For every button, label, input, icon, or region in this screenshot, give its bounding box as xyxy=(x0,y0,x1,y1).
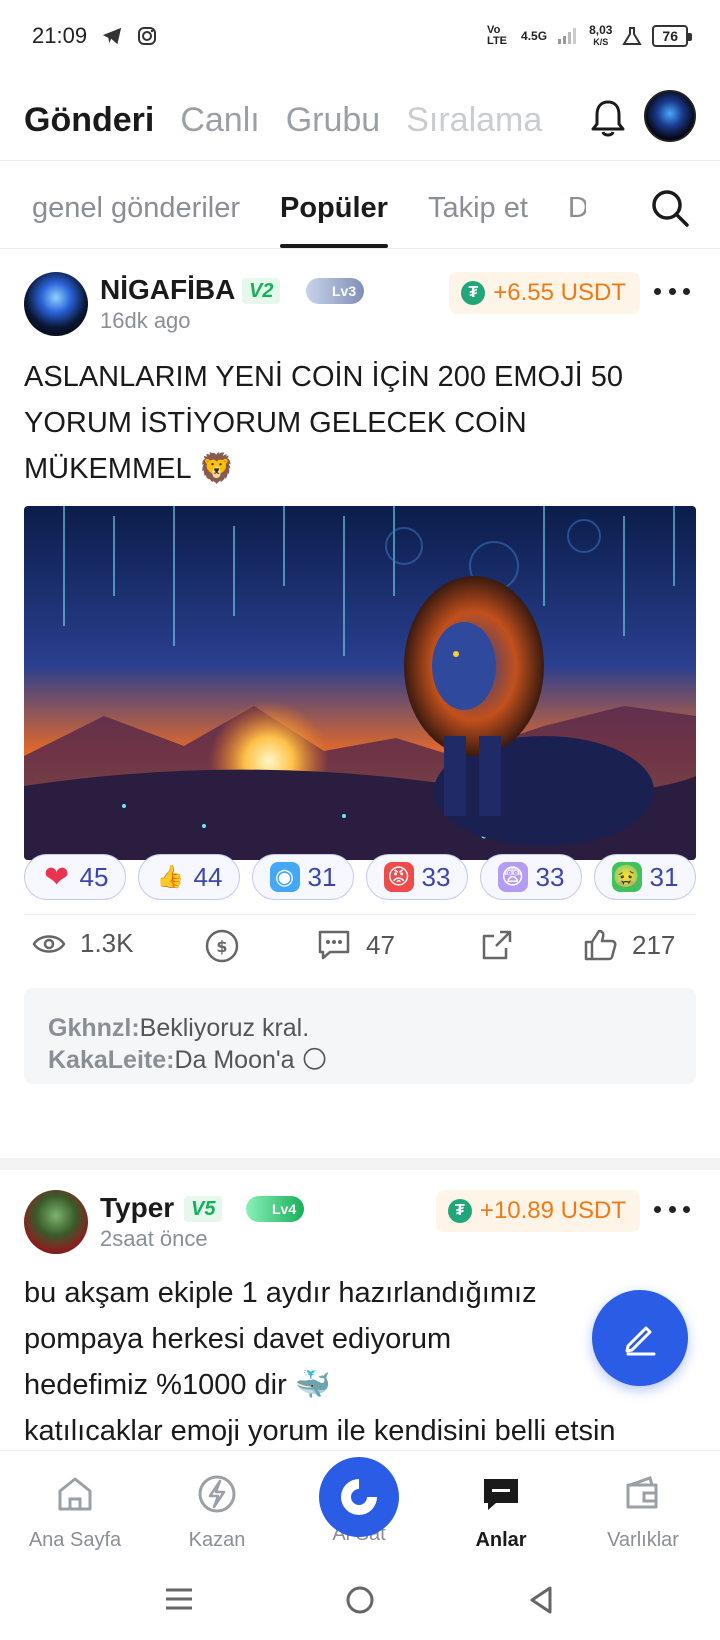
tether-icon: ₮ xyxy=(447,1199,472,1223)
post-time: 16dk ago xyxy=(100,308,191,333)
volte-indicator: Vo LTE xyxy=(487,24,508,47)
status-bar: 21:09 Vo LTE 4.5G 8,03 K/S 76 xyxy=(0,0,720,72)
reactions-row: ❤ 45 👍 44 ◉ 31 😡 33 😨 33 🤢 31 xyxy=(24,854,696,900)
lightning-icon xyxy=(198,1475,236,1513)
reward-badge[interactable]: ₮ +6.55 USDT xyxy=(449,272,640,314)
post-header: Typer V5 Lv4 2saat önce ₮ +10.89 USDT xyxy=(24,1190,696,1254)
tab-gonderi[interactable]: Gönderi xyxy=(24,101,154,140)
vip-badge: V5 xyxy=(184,1196,223,1222)
flask-icon xyxy=(622,27,643,45)
sick-face-icon: 🤢 xyxy=(611,862,642,892)
top-navigation: Gönderi Canlı Grubu Sıralama xyxy=(0,82,720,158)
nav-varliklar[interactable]: Varlıklar xyxy=(578,1473,708,1552)
home-circle-icon[interactable] xyxy=(344,1584,376,1616)
nav-anlar[interactable]: Anlar xyxy=(436,1473,566,1552)
angry-face-icon: 😡 xyxy=(383,862,414,892)
thumbs-up-icon: 👍 xyxy=(156,864,185,889)
nav-al-sat[interactable]: Al Sat xyxy=(294,1457,424,1546)
reward-badge[interactable]: ₮ +10.89 USDT xyxy=(435,1190,640,1232)
more-options-icon[interactable] xyxy=(654,1206,690,1216)
reward-amount: +6.55 USDT xyxy=(493,279,626,306)
sub-navigation: genel gönderiler Popüler Takip et D xyxy=(0,168,720,248)
divider xyxy=(0,160,720,161)
comments-stat[interactable]: 47 xyxy=(316,928,395,962)
post-card[interactable]: NİGAFİBA V2 Lv3 16dk ago ₮ +6.55 USDT AS… xyxy=(0,272,720,1132)
comment-line: Gkhnzl:Bekliyoruz kral. xyxy=(48,1014,310,1042)
back-icon[interactable] xyxy=(526,1584,556,1616)
tab-siralama[interactable]: Sıralama xyxy=(406,101,542,140)
reaction-thumbs-up[interactable]: 👍 44 xyxy=(138,854,240,900)
share-icon xyxy=(482,930,512,960)
battery-level: 76 xyxy=(652,25,692,47)
post-header: NİGAFİBA V2 Lv3 16dk ago ₮ +6.55 USDT xyxy=(24,272,696,336)
comment-preview[interactable]: Gkhnzl:Bekliyoruz kral. KakaLeite:Da Moo… xyxy=(24,988,696,1084)
vip-badge: V2 xyxy=(242,278,281,304)
scared-face-icon: 😨 xyxy=(497,862,528,892)
comment-line: KakaLeite:Da Moon'a 🌕 xyxy=(48,1046,328,1074)
post-text: bu akşam ekiple 1 aydır hazırlandığımız … xyxy=(24,1277,616,1447)
trade-icon xyxy=(319,1457,399,1537)
chat-icon xyxy=(484,1479,518,1510)
post-stats: 1.3K $ 47 217 xyxy=(24,922,696,972)
coin-icon: $ xyxy=(205,929,239,963)
thumbs-up-outline-icon xyxy=(584,929,617,961)
instagram-icon xyxy=(138,27,157,45)
hodl-face-icon: ◉ xyxy=(269,862,300,892)
more-options-icon[interactable] xyxy=(654,288,690,298)
home-icon xyxy=(58,1477,92,1511)
author-avatar[interactable] xyxy=(24,272,88,336)
nav-kazan[interactable]: Kazan xyxy=(152,1473,282,1552)
reward-amount: +10.89 USDT xyxy=(479,1197,626,1224)
level-badge: Lv3 xyxy=(306,278,365,304)
tip-button[interactable]: $ xyxy=(204,928,240,964)
profile-avatar[interactable] xyxy=(644,90,696,142)
nav-ana-sayfa[interactable]: Ana Sayfa xyxy=(10,1473,140,1552)
level-badge: Lv4 xyxy=(246,1196,305,1222)
tether-icon: ₮ xyxy=(461,281,486,305)
post-text: ASLANLARIM YENİ COİN İÇİN 200 EMOJİ 50 Y… xyxy=(24,361,623,485)
post-time: 2saat önce xyxy=(100,1226,208,1251)
signal-icon xyxy=(558,28,577,44)
author-name[interactable]: NİGAFİBA xyxy=(100,274,235,306)
tab-grubu[interactable]: Grubu xyxy=(286,101,381,140)
likes-stat[interactable]: 217 xyxy=(582,928,675,962)
reaction-scared[interactable]: 😨 33 xyxy=(480,854,582,900)
share-button[interactable] xyxy=(480,928,514,962)
reaction-angry[interactable]: 😡 33 xyxy=(366,854,468,900)
status-time: 21:09 xyxy=(32,23,88,48)
comment-icon xyxy=(318,930,350,960)
bottom-navigation: Ana Sayfa Kazan Al Sat Anlar Varlıklar xyxy=(0,1450,720,1560)
divider xyxy=(0,248,720,249)
wallet-icon xyxy=(626,1476,658,1509)
subtab-populer[interactable]: Popüler xyxy=(279,168,388,248)
compose-button[interactable] xyxy=(592,1290,688,1386)
net-speed-unit: K/S xyxy=(593,37,609,47)
subtab-takip-et[interactable]: Takip et xyxy=(428,168,528,248)
search-icon[interactable] xyxy=(648,186,692,230)
reaction-sick[interactable]: 🤢 31 xyxy=(594,854,696,900)
telegram-icon xyxy=(102,27,122,45)
post-separator xyxy=(0,1158,720,1170)
network-type: 4.5G xyxy=(521,29,548,43)
svg-text:$: $ xyxy=(216,937,227,956)
post-image[interactable] xyxy=(24,506,696,860)
reaction-hodl[interactable]: ◉ 31 xyxy=(252,854,354,900)
eye-icon xyxy=(32,934,66,953)
bell-icon[interactable] xyxy=(586,96,630,140)
author-avatar[interactable] xyxy=(24,1190,88,1254)
tab-canli[interactable]: Canlı xyxy=(180,101,259,140)
subtab-more[interactable]: D xyxy=(568,168,586,248)
views-stat: 1.3K xyxy=(32,928,134,959)
lion-sunset-image xyxy=(24,506,696,860)
reaction-heart[interactable]: ❤ 45 xyxy=(24,854,126,900)
subtab-genel[interactable]: genel gönderiler xyxy=(32,168,240,248)
author-name[interactable]: Typer xyxy=(100,1192,174,1224)
heart-icon: ❤ xyxy=(43,860,70,894)
pencil-icon xyxy=(625,1326,656,1356)
system-navigation xyxy=(0,1560,720,1640)
divider xyxy=(24,914,696,915)
net-speed: 8,03 xyxy=(589,23,613,37)
menu-icon[interactable] xyxy=(164,1584,194,1614)
